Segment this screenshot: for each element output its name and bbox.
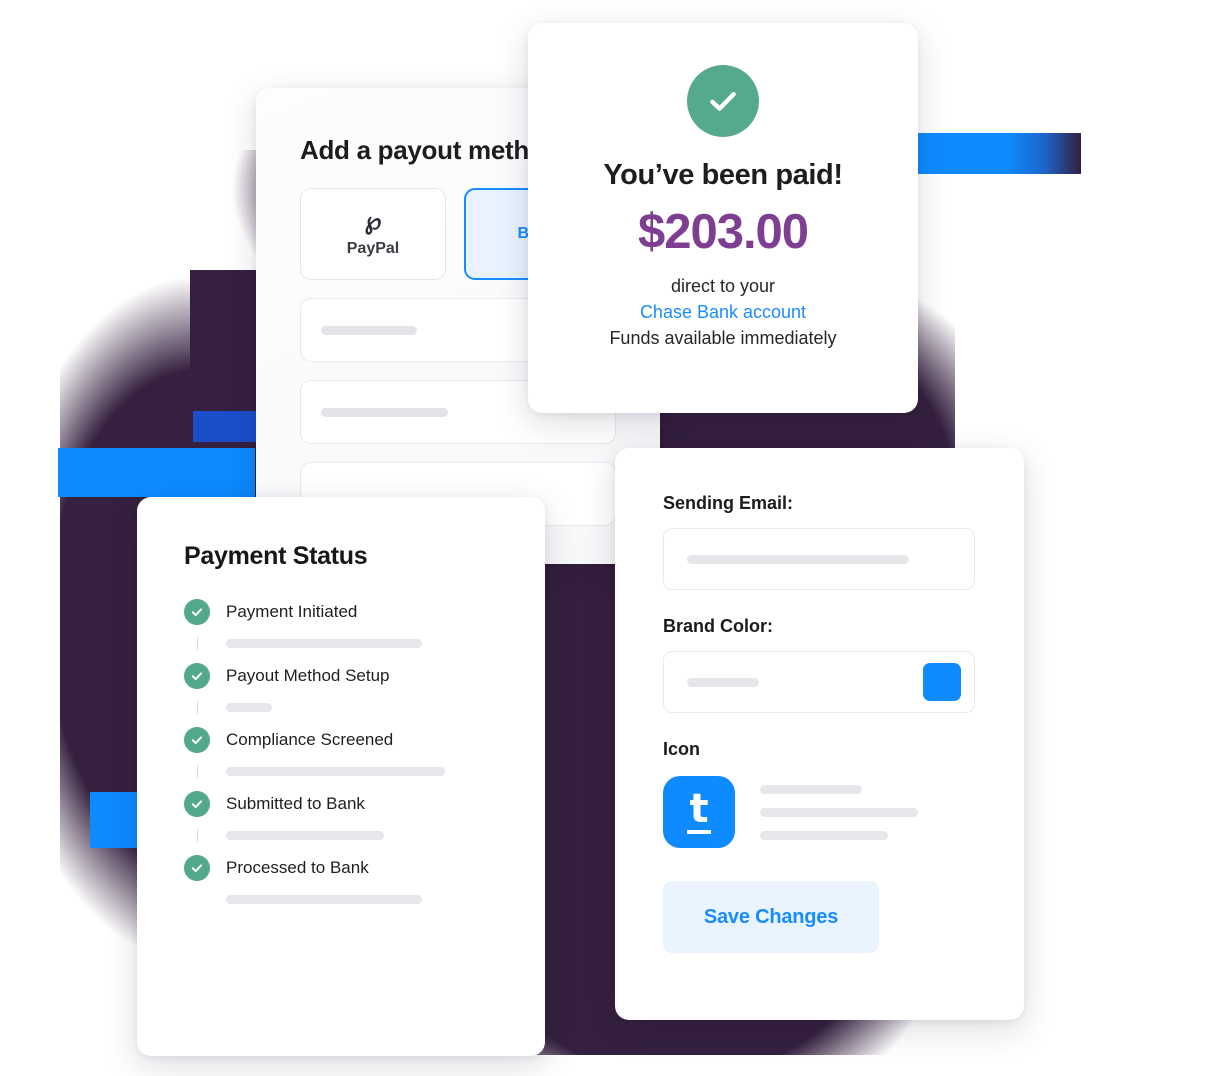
payment-confirmation-card: You’ve been paid! $203.00 direct to your… <box>528 23 918 413</box>
status-step: Submitted to Bank <box>184 791 545 855</box>
placeholder-bar <box>687 554 909 564</box>
paid-headline: You’ve been paid! <box>603 159 843 191</box>
status-step: Compliance Screened <box>184 727 545 791</box>
background-bar-left <box>58 448 255 497</box>
placeholder-bar <box>226 895 422 904</box>
sending-email-input[interactable] <box>663 528 975 590</box>
placeholder-bar <box>760 784 862 794</box>
brand-color-label: Brand Color: <box>663 616 773 636</box>
illustration-stage: Add a payout method ℘ PayPal Bank You’ve… <box>0 0 1229 1076</box>
payout-method-paypal-label: PayPal <box>346 240 400 257</box>
status-step-label: Processed to Bank <box>226 858 369 877</box>
check-circle-icon <box>184 855 210 881</box>
app-icon-glyph: t <box>687 786 711 834</box>
placeholder-bar <box>226 703 272 712</box>
paypal-icon: ℘ <box>364 208 382 235</box>
status-step-label: Compliance Screened <box>226 730 394 749</box>
placeholder-bar <box>226 831 384 840</box>
placeholder-bar <box>687 677 759 687</box>
payout-method-paypal[interactable]: ℘ PayPal <box>300 188 446 280</box>
save-changes-button[interactable]: Save Changes <box>663 881 879 953</box>
placeholder-bar <box>226 639 422 648</box>
app-icon-preview[interactable]: t <box>663 776 735 848</box>
app-icon-row: t <box>663 776 1024 848</box>
branding-settings-card: Sending Email: Brand Color: Icon t Save … <box>615 448 1024 1020</box>
check-circle-icon <box>184 599 210 625</box>
icon-description-placeholder <box>760 784 918 840</box>
brand-color-input[interactable] <box>663 651 975 713</box>
status-step-label: Payout Method Setup <box>226 666 390 685</box>
check-circle-icon <box>184 727 210 753</box>
paid-funds-line: Funds available immediately <box>609 328 837 348</box>
status-step-label: Payment Initiated <box>226 602 358 621</box>
placeholder-bar <box>321 407 448 417</box>
placeholder-bar <box>226 767 445 776</box>
status-step: Payout Method Setup <box>184 663 545 727</box>
icon-label: Icon <box>663 739 701 759</box>
check-circle-icon <box>184 663 210 689</box>
placeholder-bar <box>321 325 417 335</box>
status-step: Processed to Bank <box>184 855 545 919</box>
background-bar-top-right <box>918 133 1081 174</box>
brand-color-swatch[interactable] <box>923 663 961 701</box>
status-step-label: Submitted to Bank <box>226 794 365 813</box>
placeholder-bar <box>760 807 918 817</box>
payment-status-steps: Payment Initiated Payout Method Setup Co… <box>184 599 545 919</box>
sending-email-label: Sending Email: <box>663 493 794 513</box>
paid-amount: $203.00 <box>637 205 809 259</box>
paid-direct-line: direct to your <box>670 276 776 296</box>
status-step: Payment Initiated <box>184 599 545 663</box>
check-circle-icon <box>687 65 759 137</box>
check-circle-icon <box>184 791 210 817</box>
payment-status-title: Payment Status <box>184 542 368 570</box>
payment-status-card: Payment Status Payment Initiated Payout … <box>137 497 545 1056</box>
placeholder-bar <box>760 830 888 840</box>
paid-account-link[interactable]: Chase Bank account <box>528 302 918 323</box>
